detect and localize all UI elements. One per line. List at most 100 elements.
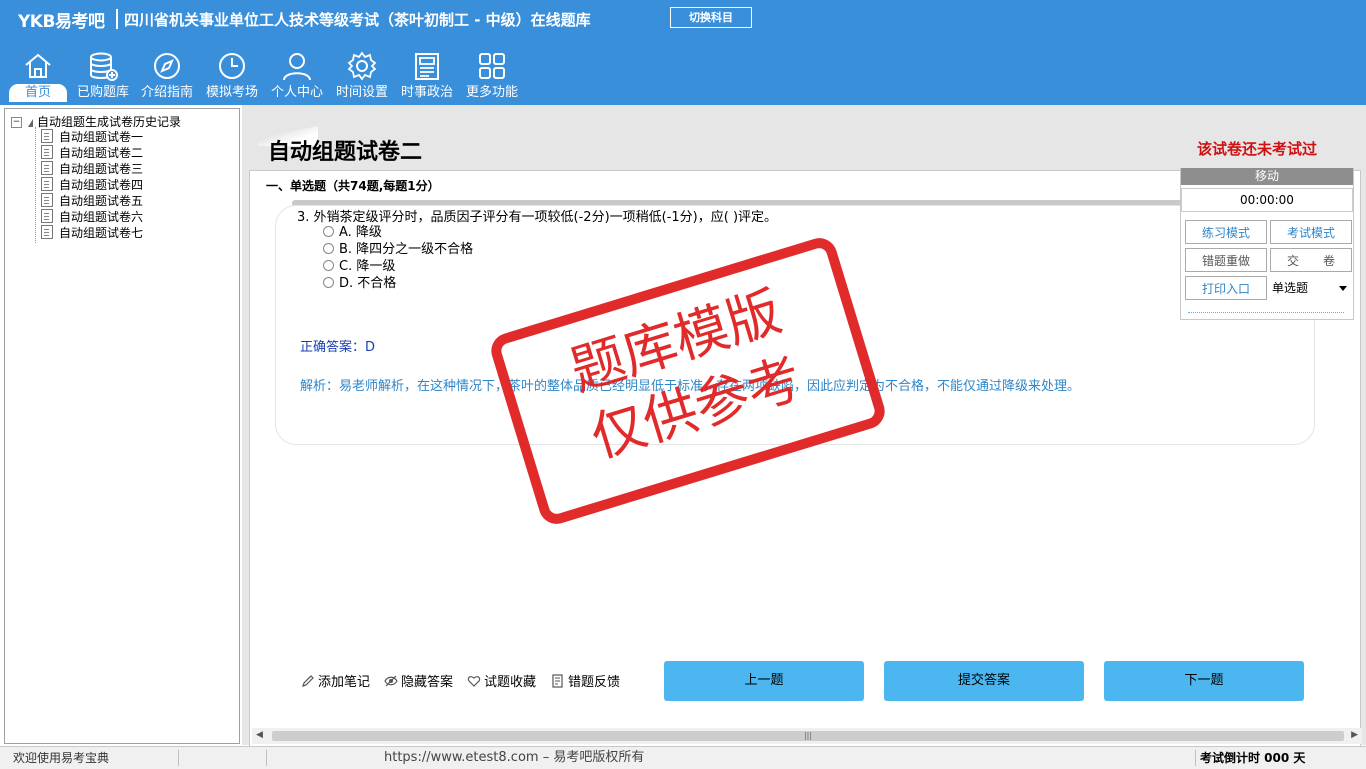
exam-status-text: 该试卷还未考试过 [1197, 140, 1318, 158]
tree-item[interactable]: 自动组题试卷四 [41, 177, 143, 193]
heart-icon [467, 676, 481, 687]
redo-wrong-button[interactable]: 错题重做 [1185, 248, 1267, 272]
nav-home[interactable]: 首页 [5, 46, 71, 104]
exam-timer: 00:00:00 [1181, 188, 1353, 212]
logo-separator [116, 9, 118, 29]
status-separator [178, 750, 179, 766]
tree-root-label: 自动组题生成试卷历史记录 [37, 115, 182, 129]
tree-connector [35, 127, 37, 243]
collapse-toggle-icon[interactable]: − [11, 117, 22, 128]
practice-mode-button[interactable]: 练习模式 [1185, 220, 1267, 244]
exam-countdown: 考试倒计时 000 天 [1200, 751, 1306, 765]
scroll-left-icon[interactable]: ◀ [256, 730, 263, 740]
folder-icon [28, 118, 33, 127]
next-question-button[interactable]: 下一题 [1104, 661, 1304, 701]
page-title: 自动组题试卷二 [268, 140, 423, 165]
app-title: 四川省机关事业单位工人技术等级考试（茶叶初制工 - 中级）在线题库 [124, 11, 591, 29]
status-welcome: 欢迎使用易考宝典 [13, 751, 110, 765]
radio-button[interactable] [323, 226, 334, 237]
hand-in-button[interactable]: 交 卷 [1270, 248, 1352, 272]
user-icon [283, 53, 311, 81]
nav-more[interactable]: 更多功能 [459, 46, 525, 104]
gear-icon [347, 51, 377, 81]
question-text: 3. 外销茶定级评分时，品质因子评分有一项较低(-2分)一项稍低(-1分)，应(… [297, 210, 778, 225]
nav-mock-exam[interactable]: 模拟考场 [199, 46, 265, 104]
tool-label: 隐藏答案 [401, 675, 454, 690]
tree-item[interactable]: 自动组题试卷七 [41, 225, 143, 241]
hide-answer-button[interactable]: 隐藏答案 [384, 674, 453, 692]
question-type-value: 单选题 [1272, 281, 1309, 295]
document-icon [41, 225, 53, 239]
tree-item[interactable]: 自动组题试卷三 [41, 161, 143, 177]
document-icon [41, 209, 53, 223]
nav-purchased-banks[interactable]: 已购题库 [70, 46, 136, 104]
tree-item[interactable]: 自动组题试卷一 [41, 129, 143, 145]
feedback-icon [552, 674, 563, 688]
database-icon [90, 52, 118, 81]
grid-icon [479, 53, 505, 79]
option-label: B. 降四分之一级不合格 [339, 242, 474, 257]
radio-button[interactable] [323, 277, 334, 288]
compass-icon [154, 53, 180, 79]
tree-item[interactable]: 自动组题试卷五 [41, 193, 143, 209]
status-bar: 欢迎使用易考宝典 https://www.etest8.com – 易考吧版权所… [0, 746, 1366, 769]
chevron-down-icon [1339, 286, 1347, 291]
news-icon [415, 53, 439, 80]
nav-personal-center[interactable]: 个人中心 [264, 46, 330, 104]
home-icon [25, 53, 51, 78]
nav-guide[interactable]: 介绍指南 [134, 46, 200, 104]
pencil-icon [302, 675, 314, 687]
tool-label: 试题收藏 [484, 675, 537, 690]
tree-item-label: 自动组题试卷七 [59, 226, 144, 240]
nav-time-settings[interactable]: 时间设置 [329, 46, 395, 104]
option-label: D. 不合格 [339, 276, 397, 291]
prev-question-button[interactable]: 上一题 [664, 661, 864, 701]
nav-more-label: 更多功能 [465, 85, 518, 100]
nav-personal-label: 个人中心 [270, 85, 323, 100]
tree-item-label: 自动组题试卷六 [59, 210, 144, 224]
radio-button[interactable] [323, 260, 334, 271]
nav-affairs-label: 时事政治 [400, 85, 453, 100]
panel-move-handle[interactable]: 移动 [1181, 168, 1353, 185]
nav-current-affairs[interactable]: 时事政治 [394, 46, 460, 104]
option-label: C. 降一级 [339, 259, 396, 274]
favorite-question-button[interactable]: 试题收藏 [467, 674, 536, 692]
submit-answer-button[interactable]: 提交答案 [884, 661, 1084, 701]
tree-item-label: 自动组题试卷二 [59, 146, 144, 160]
exam-history-tree: − 自动组题生成试卷历史记录 自动组题试卷一 自动组题试卷二 自动组题试卷三 自动… [4, 108, 240, 744]
option-d[interactable]: D. 不合格 [323, 275, 396, 292]
option-label: A. 降级 [339, 225, 382, 240]
tree-item-label: 自动组题试卷三 [59, 162, 144, 176]
tree-item[interactable]: 自动组题试卷六 [41, 209, 143, 225]
nav-guide-label: 介绍指南 [140, 85, 193, 100]
add-note-button[interactable]: 添加笔记 [301, 674, 370, 692]
document-icon [41, 177, 53, 191]
radio-button[interactable] [323, 243, 334, 254]
clock-icon [219, 53, 245, 79]
nav-home-label: 首页 [9, 84, 67, 102]
app-header: YKB易考吧 四川省机关事业单位工人技术等级考试（茶叶初制工 - 中级）在线题库… [0, 0, 1366, 105]
option-c[interactable]: C. 降一级 [323, 258, 395, 275]
tree-item-label: 自动组题试卷四 [59, 178, 144, 192]
switch-subject-button[interactable]: 切换科目 [670, 7, 752, 28]
document-icon [41, 161, 53, 175]
status-separator [1195, 750, 1196, 766]
app-logo: YKB易考吧 [18, 12, 105, 32]
scroll-right-icon[interactable]: ▶ [1351, 730, 1358, 740]
tree-root[interactable]: − 自动组题生成试卷历史记录 [11, 113, 182, 129]
option-b[interactable]: B. 降四分之一级不合格 [323, 241, 473, 258]
section-title: 一、单选题（共74题,每题1分） [266, 179, 440, 193]
tree-item-label: 自动组题试卷五 [59, 194, 144, 208]
scrollbar-thumb[interactable]: ||| [272, 731, 1344, 741]
document-icon [41, 193, 53, 207]
tool-label: 添加笔记 [318, 675, 371, 690]
error-feedback-button[interactable]: 错题反馈 [551, 674, 620, 692]
status-separator [266, 750, 267, 766]
tree-item[interactable]: 自动组题试卷二 [41, 145, 143, 161]
horizontal-scrollbar[interactable]: ◀ ||| ▶ [252, 728, 1362, 744]
nav-purchased-label: 已购题库 [76, 85, 129, 100]
option-a[interactable]: A. 降级 [323, 224, 382, 241]
print-entry-button[interactable]: 打印入口 [1185, 276, 1267, 300]
exam-mode-button[interactable]: 考试模式 [1270, 220, 1352, 244]
question-type-select[interactable]: 单选题 [1270, 276, 1352, 300]
